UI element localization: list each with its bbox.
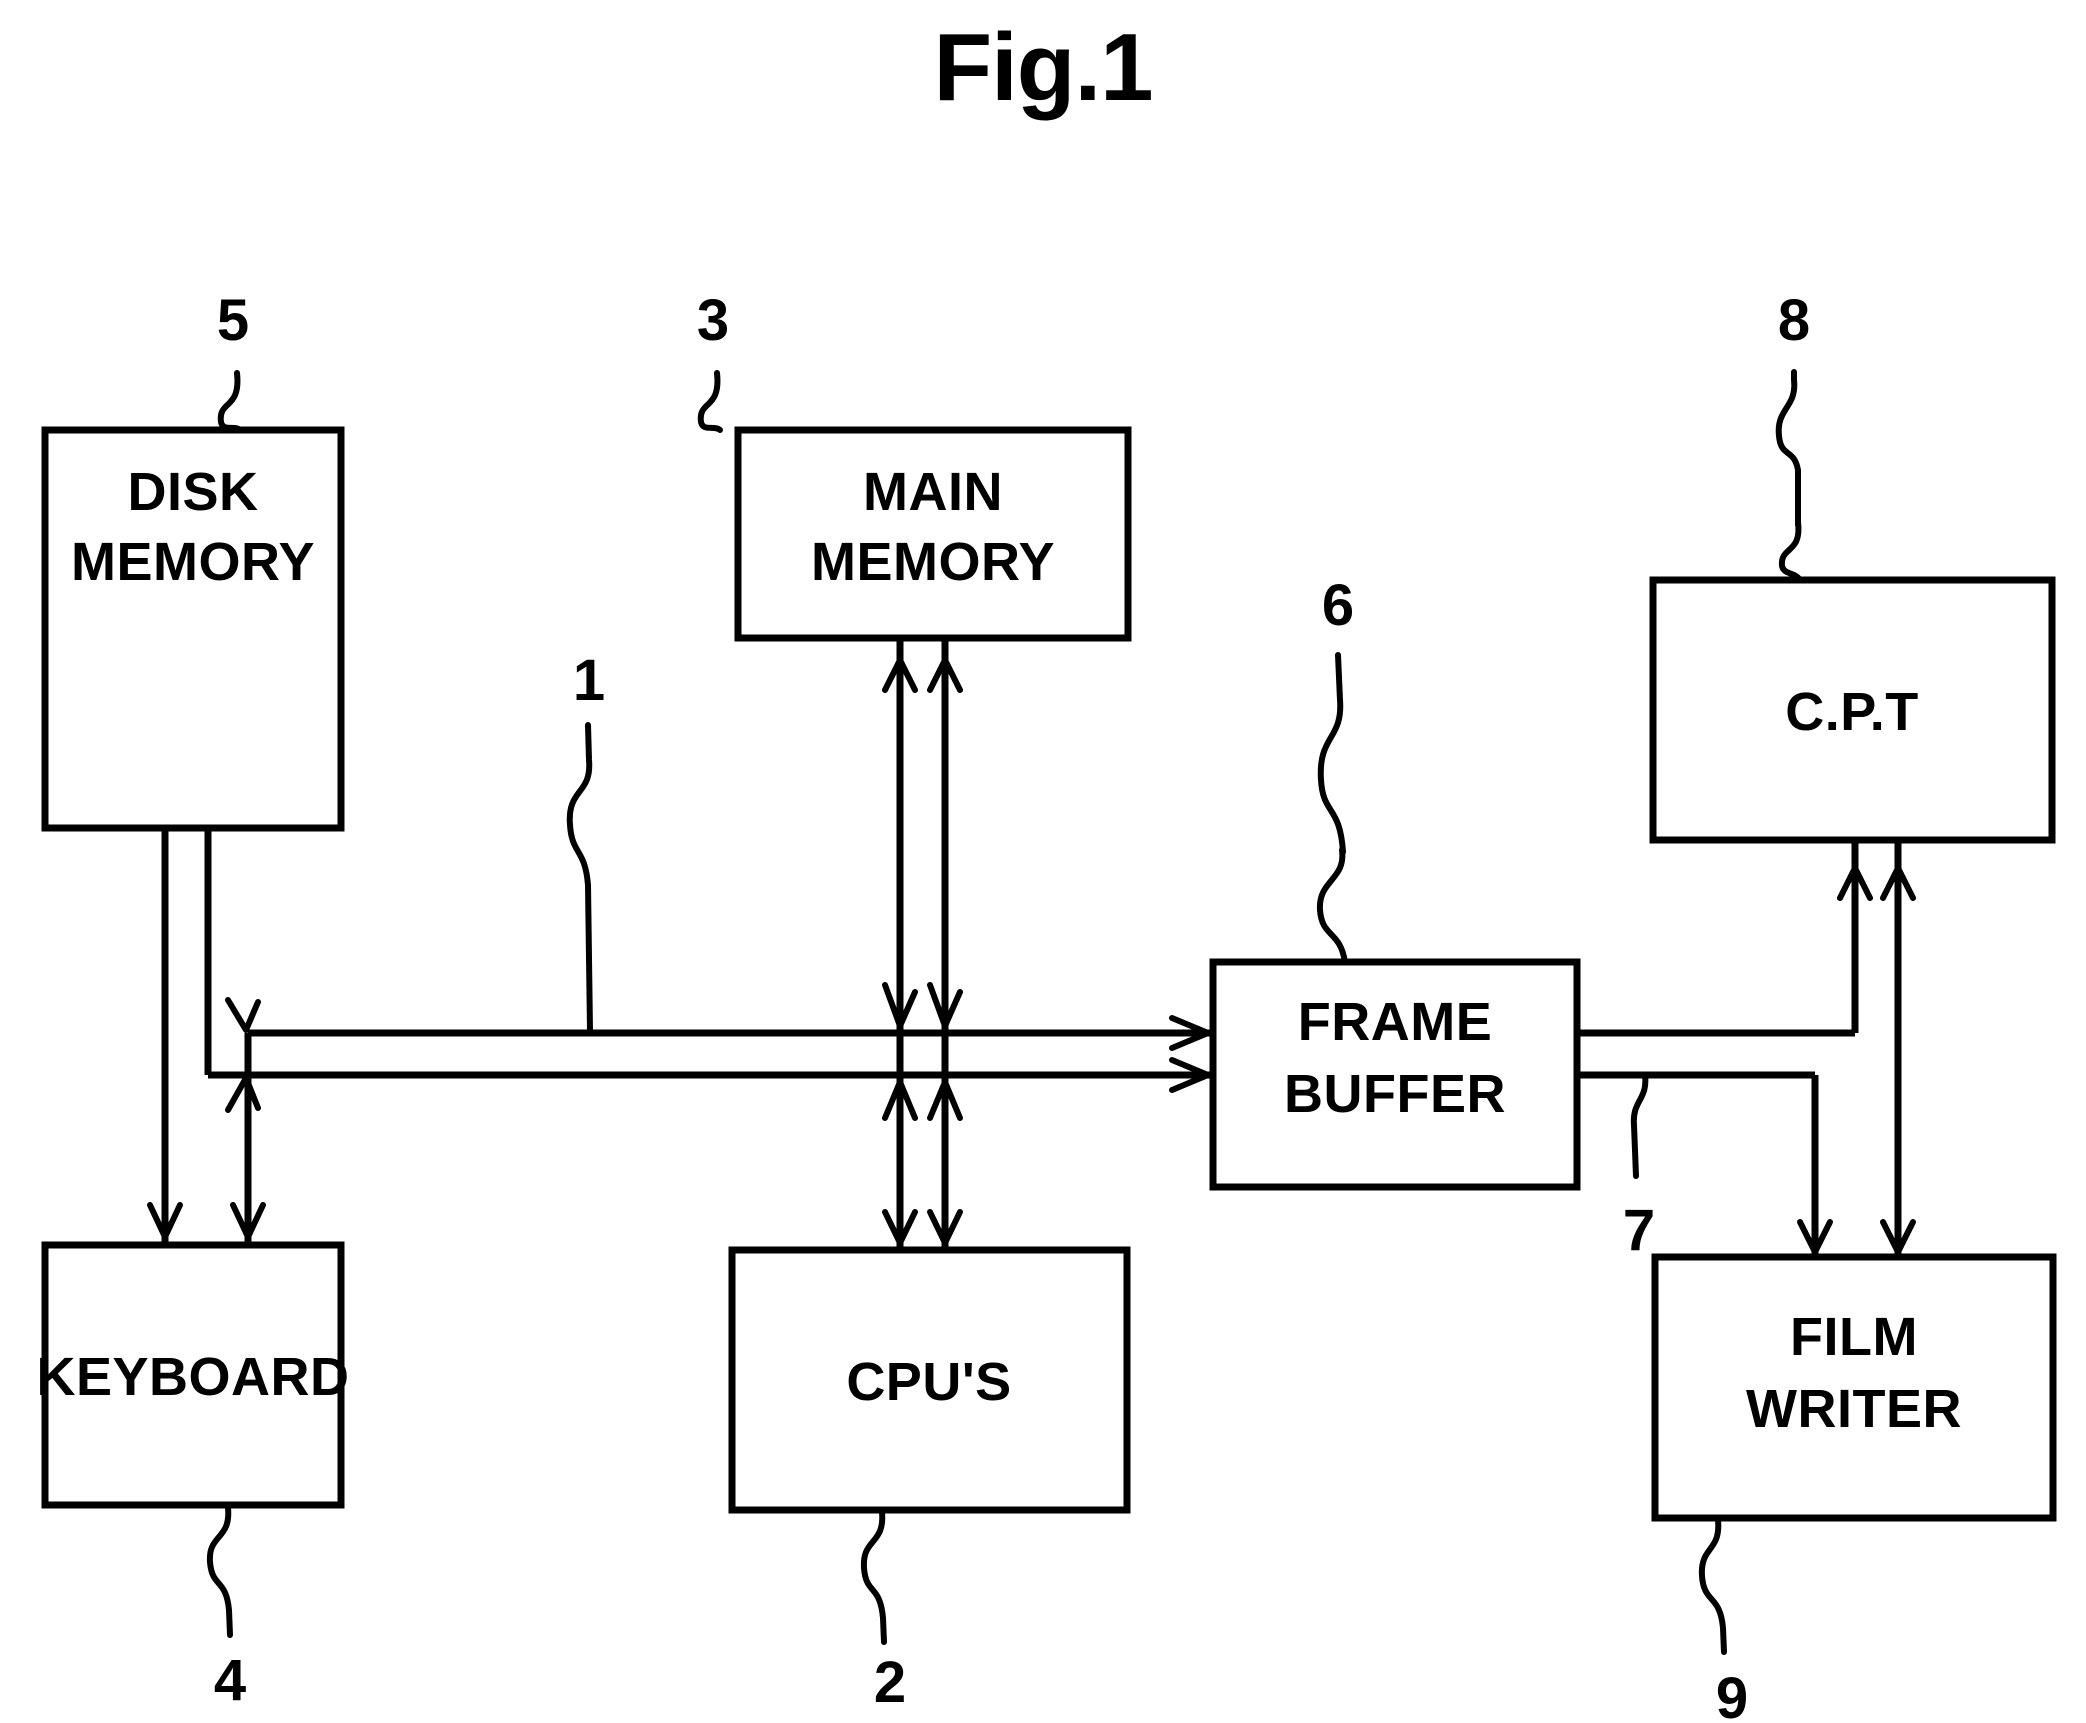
leader-line-2	[860, 1509, 887, 1645]
film-writer-label-line1: FILM	[1790, 1307, 1918, 1367]
arrow-left-riser-lower	[225, 1075, 261, 1113]
cpus-label: CPU'S	[846, 1352, 1011, 1412]
ref-numeral-5: 5	[217, 288, 249, 353]
leader-line-8-ext	[1775, 369, 1801, 528]
figure-title: Fig.1	[933, 14, 1152, 121]
ref-numeral-3: 3	[697, 288, 729, 353]
arrow-left-riser-upper	[225, 997, 261, 1033]
block-disk-memory[interactable]: DISK MEMORY	[41, 426, 345, 832]
leader-line-1	[566, 722, 593, 1034]
leader-line-8	[1778, 519, 1803, 583]
cpt-label: C.P.T	[1785, 682, 1919, 742]
leader-line-6	[1316, 847, 1348, 965]
block-main-memory[interactable]: MAIN MEMORY	[734, 426, 1132, 642]
leader-line-7	[1630, 1072, 1649, 1179]
ref-numeral-1: 1	[573, 648, 605, 713]
disk-memory-label-line2: MEMORY	[71, 532, 315, 592]
block-diagram: Fig.1 DISK MEMORY MAIN MEMORY C.P.T FRAM…	[36, 14, 2057, 1723]
block-cpus[interactable]: CPU'S	[728, 1246, 1131, 1514]
leader-line-5	[217, 370, 243, 433]
frame-buffer-label-line1: FRAME	[1298, 992, 1492, 1052]
block-cpt[interactable]: C.P.T	[1649, 576, 2056, 844]
leader-line-9	[1698, 1517, 1727, 1655]
ref-numeral-4: 4	[214, 1648, 246, 1713]
film-writer-label-line2: WRITER	[1746, 1379, 1962, 1439]
ref-numeral-9: 9	[1716, 1666, 1748, 1723]
main-memory-label-line1: MAIN	[863, 462, 1003, 522]
frame-buffer-label-line2: BUFFER	[1284, 1064, 1506, 1124]
ref-numeral-8: 8	[1778, 288, 1810, 353]
main-memory-label-line2: MEMORY	[811, 532, 1055, 592]
figure-canvas: Fig.1 DISK MEMORY MAIN MEMORY C.P.T FRAM…	[0, 0, 2086, 1723]
block-film-writer[interactable]: FILM WRITER	[1651, 1253, 2057, 1522]
ref-numeral-2: 2	[874, 1650, 906, 1715]
disk-memory-label-line1: DISK	[127, 462, 258, 522]
ref-numeral-6: 6	[1322, 573, 1354, 638]
leader-line-4	[206, 1505, 233, 1638]
leader-line-6-upper	[1317, 652, 1346, 855]
leader-line-3	[697, 370, 723, 433]
block-frame-buffer[interactable]: FRAME BUFFER	[1209, 958, 1581, 1191]
ref-numeral-7: 7	[1623, 1198, 1655, 1263]
keyboard-label: KEYBOARD	[36, 1347, 349, 1407]
block-keyboard[interactable]: KEYBOARD	[36, 1241, 349, 1509]
